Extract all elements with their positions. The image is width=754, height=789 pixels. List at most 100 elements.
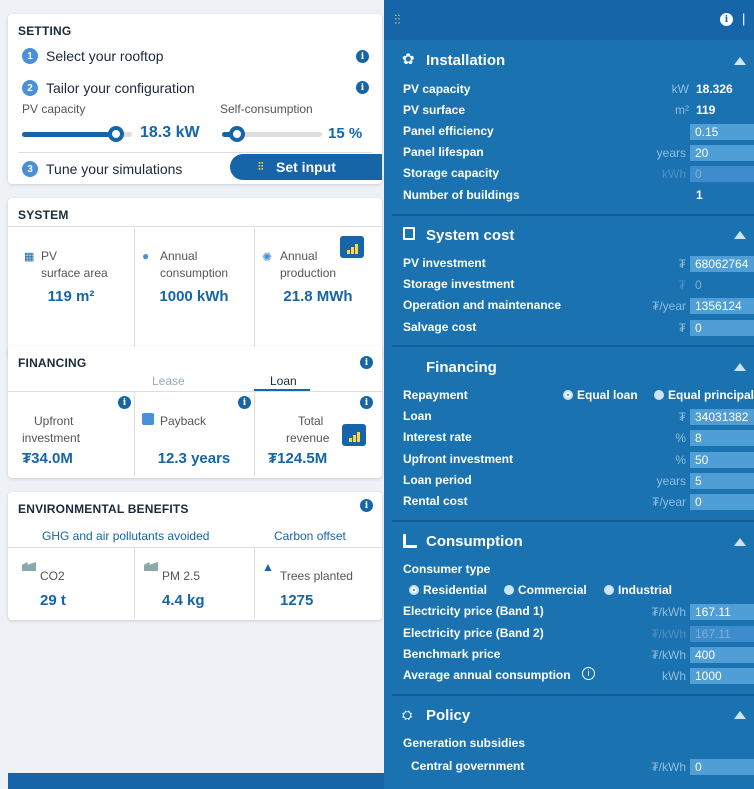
loan-period-input[interactable]: 5 — [690, 473, 754, 489]
collapse-icon[interactable] — [734, 711, 746, 719]
solar-panel-icon: ▦ — [24, 251, 35, 263]
gear-icon: ✿ — [402, 51, 415, 68]
radio-icon — [604, 585, 614, 595]
pv-surface-unit: m² — [675, 103, 689, 117]
info-icon[interactable]: i — [238, 396, 251, 409]
upfront-investment-unit: % — [675, 453, 686, 467]
band1-input[interactable]: 167.11 — [690, 604, 754, 620]
benchmark-price-input[interactable]: 400 — [690, 647, 754, 663]
collapse-icon[interactable] — [734, 363, 746, 371]
annual-consumption-value: 1000 kWh — [159, 288, 229, 305]
tab-carbon-offset[interactable]: Carbon offset — [274, 529, 346, 543]
pv-investment-input[interactable]: 68062764 — [690, 256, 754, 272]
pv-capacity-label: PV capacity — [22, 102, 86, 116]
section-divider — [392, 345, 754, 347]
panel-lifespan-input[interactable]: 20 — [690, 145, 754, 161]
divider — [254, 392, 255, 476]
repayment-equal-loan[interactable]: Equal loan — [563, 388, 638, 402]
left-panel: SETTING 1 Select your rooftop i 2 Tailor… — [0, 0, 384, 789]
info-icon[interactable]: i — [360, 396, 373, 409]
collapse-icon[interactable] — [734, 231, 746, 239]
self-consumption-slider[interactable] — [222, 126, 322, 142]
info-icon[interactable]: i — [356, 81, 369, 94]
residential-label: Residential — [423, 583, 488, 597]
consumption-title[interactable]: Consumption — [426, 533, 523, 550]
storage-investment-input[interactable]: 0 — [690, 277, 754, 293]
band1-label: Electricity price (Band 1) — [403, 604, 544, 618]
set-input-button[interactable]: ⫶⫶ Set input — [230, 154, 382, 180]
avg-consumption-input[interactable]: 1000 — [690, 668, 754, 684]
upfront-investment-label: Upfront investment — [403, 452, 514, 466]
upfront-investment-value: ₮34.0M — [22, 450, 73, 467]
avg-consumption-label: Average annual consumption — [403, 668, 571, 682]
trees-label: Trees planted — [280, 569, 353, 583]
policy-title[interactable]: Policy — [426, 707, 470, 724]
system-cost-title[interactable]: System cost — [426, 227, 514, 244]
divider — [8, 391, 382, 392]
info-icon[interactable]: i — [118, 396, 131, 409]
storage-capacity-unit: kWh — [662, 167, 686, 181]
number-of-buildings-value: 1 — [696, 188, 703, 202]
chart-button[interactable] — [340, 236, 364, 258]
info-icon[interactable]: i — [360, 499, 373, 512]
info-outline-icon[interactable]: i — [582, 667, 595, 680]
panel-efficiency-input[interactable]: 0.15 — [690, 124, 754, 140]
step-tailor-configuration[interactable]: Tailor your configuration — [46, 80, 195, 96]
upfront-label: Upfront — [34, 414, 74, 428]
tab-loan[interactable]: Loan — [270, 374, 297, 388]
info-icon[interactable]: i — [356, 50, 369, 63]
band2-label: Electricity price (Band 2) — [403, 626, 544, 640]
payback-value: 12.3 years — [157, 450, 231, 467]
consumer-industrial[interactable]: Industrial — [604, 583, 672, 597]
sliders-icon: ⫶⫶ — [258, 161, 264, 173]
chart-button[interactable] — [342, 424, 366, 446]
self-consumption-label: Self-consumption — [220, 102, 313, 116]
pv-capacity-slider-handle[interactable] — [107, 126, 124, 142]
loan-period-label: Loan period — [403, 473, 472, 487]
panel-efficiency-label: Panel efficiency — [403, 124, 494, 138]
om-input[interactable]: 1356124 — [690, 298, 754, 314]
equal-loan-label: Equal loan — [577, 388, 638, 402]
upfront-investment-input[interactable]: 50 — [690, 452, 754, 468]
central-government-label: Central government — [411, 759, 525, 773]
step-tune-simulations[interactable]: Tune your simulations — [46, 161, 182, 177]
installation-title[interactable]: Installation — [426, 52, 505, 69]
industrial-label: Industrial — [618, 583, 673, 597]
bar-chart-icon — [346, 250, 350, 254]
equal-principal-label: Equal principal — [668, 388, 754, 402]
rental-cost-input[interactable]: 0 — [690, 494, 754, 510]
sliders-icon[interactable]: ⫶⫶ — [394, 12, 401, 28]
central-government-unit: ₮/kWh — [651, 760, 686, 774]
pv-capacity-slider[interactable] — [22, 126, 132, 142]
info-icon[interactable]: i — [360, 356, 373, 369]
loan-unit: ₮ — [678, 410, 686, 424]
step-select-rooftop[interactable]: Select your rooftop — [46, 48, 164, 64]
radio-icon — [563, 390, 573, 400]
consumer-commercial[interactable]: Commercial — [504, 583, 587, 597]
interest-rate-input[interactable]: 8 — [690, 430, 754, 446]
tree-icon: ▲ — [262, 560, 274, 574]
central-government-input[interactable]: 0 — [690, 759, 754, 775]
info-icon[interactable]: i — [720, 13, 733, 26]
financing-panel-title[interactable]: Financing — [426, 359, 497, 376]
collapse-icon[interactable] — [734, 538, 746, 546]
pv-surface-value: 119 — [696, 103, 716, 117]
salvage-cost-input[interactable]: 0 — [690, 320, 754, 336]
pv-surface-label: PV surface — [403, 103, 466, 117]
repayment-equal-principal[interactable]: Equal principal — [654, 388, 754, 402]
storage-capacity-input[interactable]: 0 — [690, 166, 754, 182]
divider — [134, 548, 135, 618]
consumer-residential[interactable]: Residential — [409, 583, 487, 597]
self-consumption-slider-handle[interactable] — [229, 126, 245, 142]
pm25-label: PM 2.5 — [162, 569, 201, 583]
loan-input[interactable]: 34031382 — [690, 409, 754, 425]
financing-card: FINANCING i Lease Loan i i i Upfront inv… — [8, 346, 382, 478]
collapse-icon[interactable] — [734, 57, 746, 65]
band2-input[interactable]: 167.11 — [690, 626, 754, 642]
tab-ghg[interactable]: GHG and air pollutants avoided — [42, 529, 209, 543]
generation-subsidies-label: Generation subsidies — [403, 736, 526, 750]
step-3-badge: 3 — [22, 161, 38, 177]
tab-lease[interactable]: Lease — [152, 374, 185, 388]
rental-cost-label: Rental cost — [403, 494, 468, 508]
pv-capacity-slider-fill — [22, 132, 116, 137]
